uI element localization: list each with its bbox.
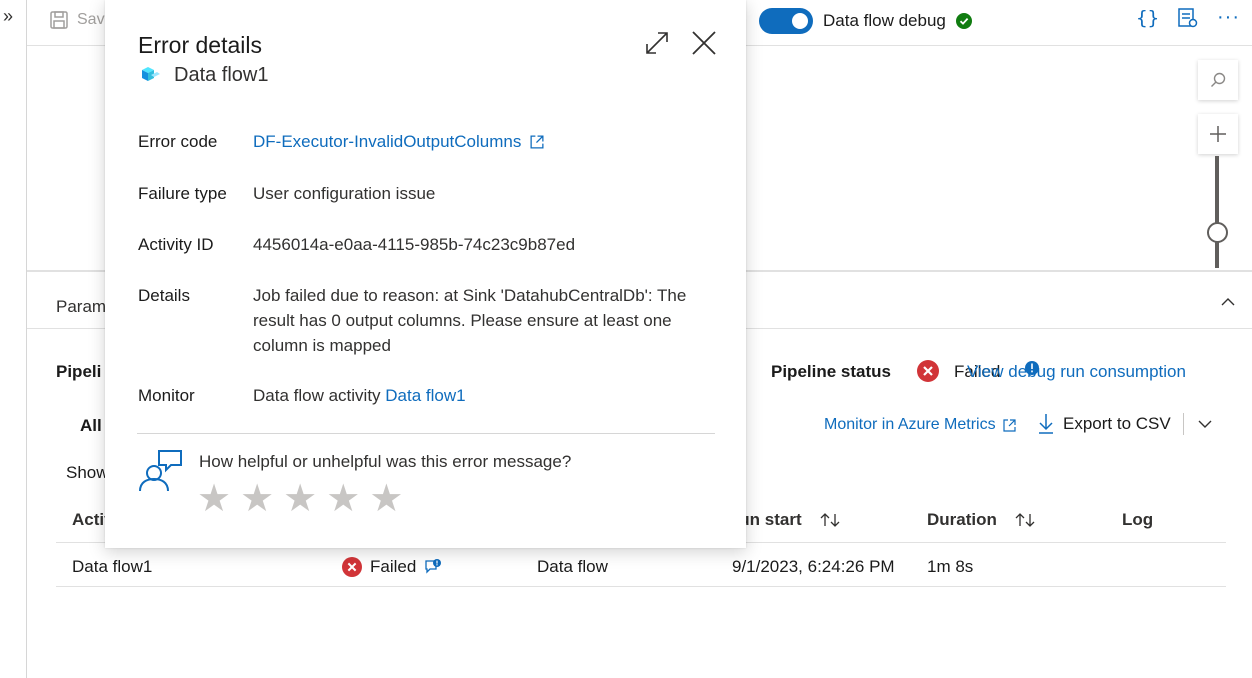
external-link-icon [1003, 418, 1016, 432]
save-icon [50, 11, 68, 29]
toolbar-right-group: {} ··· [1136, 6, 1252, 29]
error-circle-icon [917, 360, 939, 382]
error-details-dialog: Error details Data flow1 Error code DF-E… [105, 0, 746, 548]
more-icon[interactable]: ··· [1217, 6, 1240, 29]
row-status-text: Failed [370, 557, 417, 576]
feedback-person-icon [139, 450, 182, 492]
failure-type-label: Failure type [138, 184, 227, 203]
activity-id-value: 4456014a-e0aa-4115-985b-74c23c9b87ed [253, 235, 576, 254]
error-code-link[interactable]: DF-Executor-InvalidOutputColumns [253, 129, 545, 154]
search-icon [1211, 72, 1226, 87]
activity-id-label: Activity ID [138, 235, 214, 254]
rating-star-2[interactable]: ★ [240, 478, 274, 520]
rating-star-5[interactable]: ★ [369, 478, 403, 520]
settings-list-icon[interactable] [1177, 7, 1199, 29]
error-code-value: DF-Executor-InvalidOutputColumns [253, 132, 522, 151]
chevron-up-icon[interactable] [1220, 294, 1236, 310]
external-link-icon [530, 134, 544, 149]
dialog-subtitle: Data flow1 [138, 63, 269, 87]
row-type: Data flow [537, 557, 608, 576]
data-flow-icon [142, 67, 160, 81]
pipeline-heading: Pipeli [56, 362, 102, 381]
feedback-question: How helpful or unhelpful was this error … [199, 452, 572, 471]
column-header-duration[interactable]: Duration [927, 510, 1035, 530]
monitor-data-flow-link[interactable]: Data flow1 [385, 386, 465, 405]
plus-icon [1210, 126, 1226, 142]
sort-icon [1015, 513, 1035, 527]
code-braces-icon[interactable]: {} [1136, 7, 1159, 29]
rating-star-4[interactable]: ★ [326, 478, 360, 520]
canvas-search-button[interactable] [1198, 60, 1238, 100]
monitor-azure-label: Monitor in Azure Metrics [824, 416, 996, 433]
row-duration: 1m 8s [927, 557, 974, 576]
debug-label: Data flow debug [823, 11, 946, 30]
show-label: Show [66, 463, 109, 482]
rating-star-1[interactable]: ★ [197, 478, 231, 520]
details-label: Details [138, 286, 190, 305]
tab-parameters[interactable]: Param [56, 297, 106, 317]
close-icon[interactable] [690, 29, 718, 57]
monitor-prefix: Data flow activity [253, 386, 381, 405]
dialog-subtitle-text: Data flow1 [174, 63, 269, 86]
row-status: Failed [342, 557, 442, 577]
info-badge-icon [1025, 361, 1039, 375]
sort-icon [820, 513, 840, 527]
row-run-start: 9/1/2023, 6:24:26 PM [732, 557, 895, 576]
zoom-slider-thumb[interactable] [1207, 222, 1228, 243]
error-circle-icon [342, 557, 362, 577]
export-csv-button[interactable]: Export to CSV [1037, 413, 1171, 435]
expand-icon[interactable] [643, 29, 671, 57]
filter-all-tab[interactable]: All [80, 416, 102, 436]
row-activity: Data flow1 [72, 557, 153, 576]
debug-toggle[interactable] [759, 8, 813, 34]
details-value: Job failed due to reason: at Sink 'Datah… [253, 286, 687, 355]
error-message-icon[interactable] [424, 558, 442, 576]
save-button[interactable]: Save [49, 10, 113, 30]
toolbar-divider [1183, 413, 1184, 435]
monitor-azure-metrics-link[interactable]: Monitor in Azure Metrics [824, 416, 1017, 434]
failure-type-value: User configuration issue [253, 184, 436, 203]
column-header-log: Log [1122, 510, 1154, 529]
chevron-down-icon[interactable] [1197, 416, 1213, 432]
download-icon [1039, 414, 1053, 434]
dialog-separator [137, 433, 715, 434]
rating-star-3[interactable]: ★ [283, 478, 317, 520]
zoom-slider-track[interactable] [1215, 156, 1219, 268]
zoom-in-button[interactable] [1198, 114, 1238, 154]
monitor-value: Data flow activity Data flow1 [253, 383, 466, 408]
expand-rail-icon[interactable]: » [3, 6, 13, 27]
monitor-label: Monitor [138, 386, 195, 405]
view-debug-consumption-link[interactable]: View debug run consumption [967, 362, 1186, 382]
export-csv-label: Export to CSV [1063, 414, 1171, 433]
table-row[interactable]: Data flow1 Failed Data flow 9/1/2023, 6:… [56, 543, 1226, 587]
debug-toggle-group: Data flow debug [759, 8, 972, 34]
error-code-label: Error code [138, 132, 218, 151]
check-circle-icon [955, 13, 972, 29]
pipeline-status-label: Pipeline status [771, 362, 891, 381]
left-rail: » [0, 0, 27, 678]
rating-stars: ★ ★ ★ ★ ★ [197, 478, 403, 520]
dialog-title: Error details [138, 32, 262, 58]
